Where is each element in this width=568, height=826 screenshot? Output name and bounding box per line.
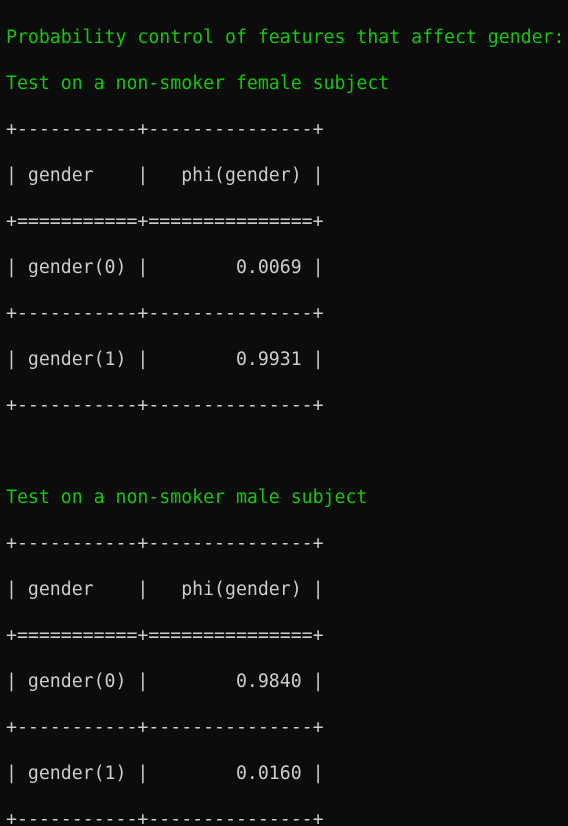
male-table-row-separator: +-----------+---------------+ bbox=[6, 717, 324, 738]
female-table-row-separator: +-----------+---------------+ bbox=[6, 303, 324, 324]
female-table-header: | gender | phi(gender) | bbox=[6, 165, 324, 186]
female-table-border-top: +-----------+---------------+ bbox=[6, 119, 324, 140]
female-table-row-gender-0: | gender(0) | 0.0069 | bbox=[6, 257, 324, 278]
male-table-border-top: +-----------+---------------+ bbox=[6, 533, 324, 554]
male-table-row-gender-0: | gender(0) | 0.9840 | bbox=[6, 671, 324, 692]
male-table-row-gender-1: | gender(1) | 0.0160 | bbox=[6, 763, 324, 784]
female-table-border-bottom: +-----------+---------------+ bbox=[6, 395, 324, 416]
male-table-header: | gender | phi(gender) | bbox=[6, 579, 324, 600]
output-heading: Probability control of features that aff… bbox=[6, 27, 565, 48]
male-table-header-separator: +===========+===============+ bbox=[6, 625, 324, 646]
female-table-header-separator: +===========+===============+ bbox=[6, 211, 324, 232]
female-test-title: Test on a non-smoker female subject bbox=[6, 73, 390, 94]
male-test-title: Test on a non-smoker male subject bbox=[6, 487, 368, 508]
male-table-border-bottom: +-----------+---------------+ bbox=[6, 809, 324, 826]
terminal-output: Probability control of features that aff… bbox=[0, 0, 568, 826]
female-table-row-gender-1: | gender(1) | 0.9931 | bbox=[6, 349, 324, 370]
